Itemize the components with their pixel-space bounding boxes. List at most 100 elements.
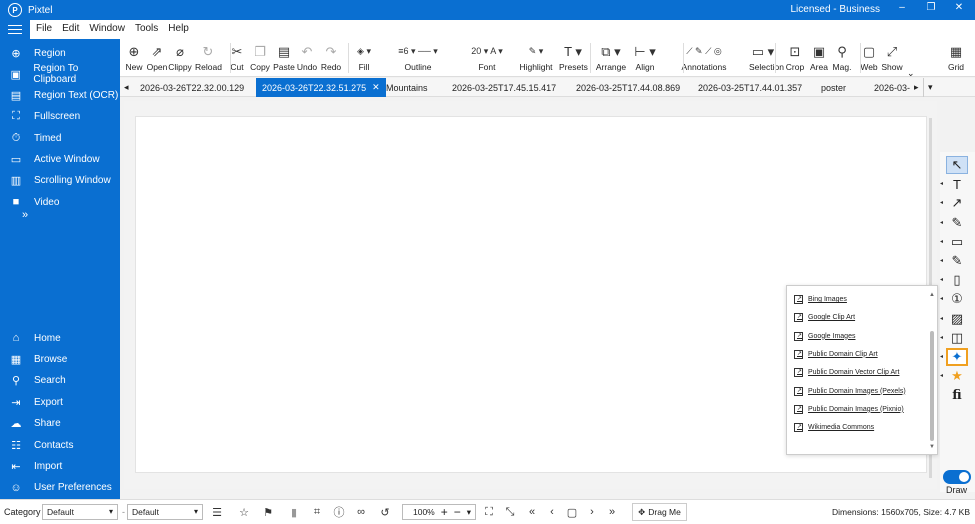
favorite-tool[interactable]: ★ — [946, 367, 968, 385]
sidebar-item-contacts[interactable]: ☷ Contacts — [0, 435, 120, 455]
tool-options-icon[interactable]: ◂ — [940, 372, 943, 379]
sidebar-item-export[interactable]: ⇥ Export — [0, 392, 120, 412]
tool-options-icon[interactable]: ◂ — [940, 257, 943, 264]
mag-button[interactable]: ⚲ Mag. — [831, 41, 853, 73]
pen-tool[interactable]: ✎ — [946, 214, 968, 232]
clipart-link-wikimedia-commons[interactable]: ↗ Wikimedia Commons — [794, 423, 874, 433]
history-icon[interactable]: ↺ — [377, 504, 393, 520]
crop-button[interactable]: ⊡ Crop — [785, 41, 805, 73]
star-icon[interactable]: ☆ — [236, 504, 252, 520]
link-icon[interactable]: ∞ — [353, 504, 369, 520]
pointer-tool[interactable]: ↖ — [946, 156, 968, 174]
grid-button[interactable]: ▦ Grid — [945, 41, 967, 73]
tab-close-icon[interactable]: ✕ — [372, 82, 380, 93]
tab-item[interactable]: Mountains — [380, 78, 434, 97]
reload-button[interactable]: ↻ Reload — [195, 41, 222, 73]
tool-options-icon[interactable]: ◂ — [940, 276, 943, 283]
popup-scrollbar[interactable] — [930, 296, 934, 444]
sidebar-item-timed[interactable]: ⏱ Timed — [0, 128, 120, 148]
info-icon[interactable]: ⓘ — [331, 504, 347, 520]
tool-options-icon[interactable]: ◂ — [940, 295, 943, 302]
note-tool[interactable]: ▯ — [946, 271, 968, 289]
fit-icon[interactable]: ⛶ — [481, 504, 497, 520]
category-select[interactable]: Default ▾ — [42, 504, 118, 520]
open-button[interactable]: ⇗ Open — [146, 41, 168, 73]
align-button[interactable]: ⊢ ▾ Align — [631, 41, 659, 73]
sidebar-item-region-text-ocr[interactable]: ▤ Region Text (OCR) — [0, 86, 120, 106]
first-icon[interactable]: « — [524, 504, 540, 520]
tool-options-icon[interactable]: ◂ — [940, 180, 943, 187]
sidebar-item-user-preferences[interactable]: ☺ User Preferences — [0, 478, 120, 498]
tool-options-icon[interactable]: ◂ — [940, 238, 943, 245]
clipart-link-bing-images[interactable]: ↗ Bing Images — [794, 295, 847, 304]
hamburger-menu-icon[interactable] — [0, 20, 30, 39]
new-button[interactable]: ⊕ New — [124, 41, 144, 73]
menu-help[interactable]: Help — [168, 23, 189, 34]
text-tool[interactable]: T — [946, 175, 968, 193]
highlighter-tool[interactable]: ✎ — [946, 252, 968, 270]
fi-tool[interactable]: fi — [946, 386, 968, 404]
tab-item[interactable]: 2026-03-26T22.32.00.129 — [134, 78, 250, 97]
menu-edit[interactable]: Edit — [62, 23, 79, 34]
tab-active[interactable]: 2026-03-26T22.32.51.275 ✕ — [256, 78, 386, 97]
tag-icon[interactable]: ⌗ — [309, 504, 325, 520]
tool-options-icon[interactable]: ◂ — [940, 353, 943, 360]
highlight-button[interactable]: ✎ ▾ Highlight — [518, 41, 554, 72]
clipart-link-public-domain-vector-clip-art[interactable]: ↗ Public Domain Vector Clip Art — [794, 368, 899, 378]
presets-button[interactable]: T ▾ Presets — [559, 41, 588, 73]
area-button[interactable]: ▣ Area — [809, 41, 829, 73]
clipart-link-google-clip-art[interactable]: ↗ Google Clip Art — [794, 313, 855, 323]
sidebar-item-active-window[interactable]: ▭ Active Window — [0, 150, 120, 170]
prev-icon[interactable]: ‹ — [544, 504, 560, 520]
web-button[interactable]: ▢ Web — [860, 41, 878, 73]
step-number-tool[interactable]: ① — [946, 290, 968, 308]
zoom-dropdown-icon[interactable]: ▾ — [467, 507, 471, 518]
tab-item[interactable]: 2026-03- — [868, 78, 916, 97]
sidebar-item-region-to-clipboard[interactable]: ▣ Region To Clipboard — [0, 63, 120, 85]
zoom-in-icon[interactable]: + — [441, 505, 448, 519]
font-button[interactable]: 20 ▾ A ▾ Font — [462, 41, 512, 72]
drag-me-button[interactable]: ✥ Drag Me — [632, 503, 687, 521]
last-icon[interactable]: » — [604, 504, 620, 520]
image-tool[interactable]: ▨ — [946, 310, 968, 328]
tab-item[interactable]: 2026-03-25T17.44.01.357 — [692, 78, 808, 97]
arrow-tool[interactable]: ↗ — [946, 194, 968, 212]
zoom-out-icon[interactable]: − — [454, 505, 461, 519]
sidebar-item-search[interactable]: ⚲ Search — [0, 371, 120, 391]
clipart-link-public-domain-images-pexels[interactable]: ↗ Public Domain Images (Pexels) — [794, 386, 906, 396]
close-icon[interactable]: ✕ — [948, 2, 970, 13]
sidebar-item-share[interactable]: ☁ Share — [0, 414, 120, 434]
undo-button[interactable]: ↶ Undo — [296, 41, 318, 73]
bookmark-icon[interactable]: ▮ — [286, 504, 302, 520]
tab-list-icon[interactable]: ▾ — [923, 78, 937, 97]
clipart-link-google-images[interactable]: ↗ Google Images — [794, 331, 855, 341]
tab-item[interactable]: 2026-03-25T17.44.08.869 — [570, 78, 686, 97]
tool-options-icon[interactable]: ◂ — [940, 199, 943, 206]
minimize-icon[interactable]: – — [891, 2, 913, 13]
menu-tools[interactable]: Tools — [135, 23, 158, 34]
sidebar-item-scrolling-window[interactable]: ▥ Scrolling Window — [0, 171, 120, 191]
sidebar-item-home[interactable]: ⌂ Home — [0, 328, 120, 348]
clipart-link-public-domain-images-pixnio[interactable]: ↗ Public Domain Images (Pixnio) — [794, 404, 904, 414]
restore-icon[interactable]: ❐ — [920, 2, 942, 13]
stamp-tool[interactable]: ◫ — [946, 329, 968, 347]
sidebar-item-video[interactable]: ■ Video — [0, 192, 120, 212]
sidebar-item-browse[interactable]: ▦ Browse — [0, 349, 120, 369]
copy-button[interactable]: ❐ Copy — [249, 41, 271, 73]
zoom-control[interactable]: 100% + − ▾ — [402, 504, 476, 520]
tab-item[interactable]: 2026-03-25T17.45.15.417 — [446, 78, 562, 97]
sidebar-item-region[interactable]: ⊕ Region — [0, 43, 120, 63]
selection-button[interactable]: ▭ ▾ Selection — [749, 41, 784, 73]
rectangle-tool[interactable]: ▭ — [946, 233, 968, 251]
clipart-tool[interactable]: ✦ — [946, 348, 968, 366]
clipart-link-public-domain-clip-art[interactable]: ↗ Public Domain Clip Art — [794, 349, 878, 359]
paste-button[interactable]: ▤ Paste — [272, 41, 296, 73]
redo-button[interactable]: ↷ Redo — [320, 41, 342, 73]
clippy-button[interactable]: ⌀ Clippy — [168, 41, 192, 73]
notes-icon[interactable]: ☰ — [209, 504, 225, 520]
menu-window[interactable]: Window — [89, 23, 125, 34]
tool-options-icon[interactable]: ◂ — [940, 334, 943, 341]
tool-options-icon[interactable]: ◂ — [940, 219, 943, 226]
shrink-icon[interactable]: ⤡ — [502, 504, 518, 520]
draw-toggle[interactable] — [943, 470, 971, 484]
